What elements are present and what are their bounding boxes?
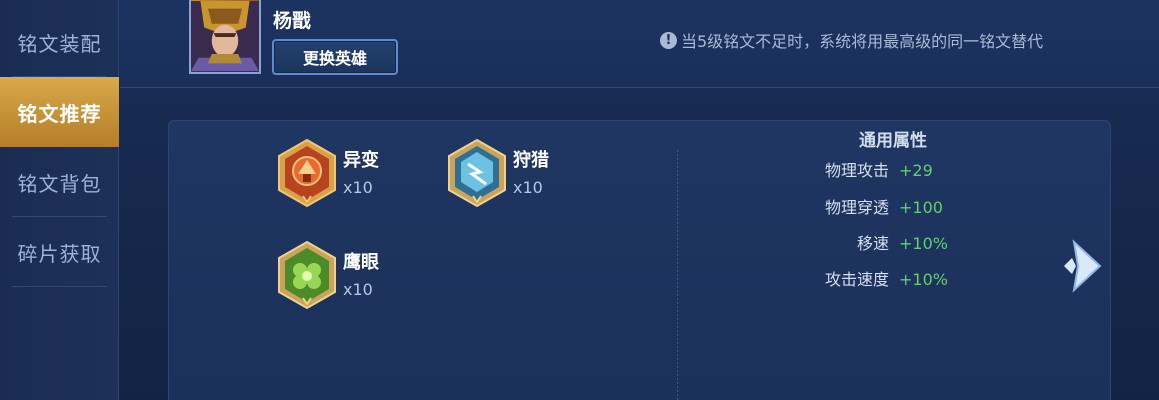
attribute-value: +100: [899, 198, 943, 217]
attribute-label: 物理穿透: [824, 198, 889, 217]
attribute-label: 物理攻击: [824, 161, 889, 180]
attribute-value: +10%: [899, 234, 948, 253]
sidebar-item-label: 铭文推荐: [17, 101, 102, 126]
attribute-row: 物理攻击 +29: [0, 159, 1159, 183]
sidebar-item-label: 铭文装配: [17, 31, 102, 56]
attribute-row: 物理穿透 +100: [0, 196, 1159, 220]
sidebar-item-rune-recommend[interactable]: 铭文推荐: [0, 77, 119, 147]
attribute-value: +29: [899, 161, 933, 180]
change-hero-button[interactable]: 更换英雄: [272, 39, 398, 75]
attribute-label: 移速: [856, 234, 889, 253]
sidebar-item-rune-equip[interactable]: 铭文装配: [0, 7, 119, 77]
attribute-value: +10%: [899, 270, 948, 289]
rune-notice: ! 当5级铭文不足时，系统将用最高级的同一铭文替代: [660, 28, 1043, 52]
hero-portrait-image: [191, 1, 259, 71]
attributes-title: 通用属性: [859, 131, 927, 151]
hero-portrait: [189, 0, 261, 74]
attribute-row: 攻击速度 +10%: [0, 268, 1159, 292]
attribute-label: 攻击速度: [824, 270, 889, 289]
attribute-row: 移速 +10%: [0, 232, 1159, 256]
hero-name: 杨戬: [273, 10, 312, 32]
notice-text: 当5级铭文不足时，系统将用最高级的同一铭文替代: [681, 32, 1044, 51]
info-icon: !: [660, 31, 677, 49]
chevron-right-icon[interactable]: [1060, 236, 1106, 296]
